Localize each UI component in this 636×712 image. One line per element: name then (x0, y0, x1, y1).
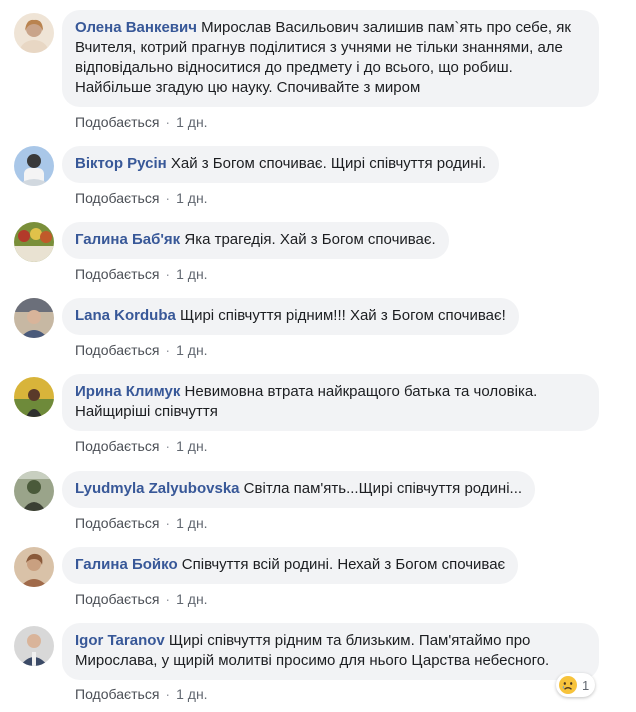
comment-actions: Подобається · 1 дн. (75, 341, 208, 359)
comment-list: Олена Ванкевич Мирослав Васильович залиш… (0, 0, 636, 712)
timestamp[interactable]: 1 дн. (176, 266, 207, 282)
comment-bubble: Lana Korduba Щирі співчуття рідним!!! Ха… (62, 298, 519, 335)
separator-dot: · (165, 438, 171, 454)
comment-actions: Подобається · 1 дн. (75, 437, 208, 455)
timestamp[interactable]: 1 дн. (176, 342, 207, 358)
like-link[interactable]: Подобається (75, 342, 159, 358)
timestamp[interactable]: 1 дн. (176, 438, 207, 454)
author-name[interactable]: Віктор Русін (75, 155, 167, 172)
comment-bubble: Віктор Русін Хай з Богом спочиває. Щирі … (62, 146, 500, 183)
avatar[interactable] (14, 13, 54, 53)
separator-dot: · (165, 266, 171, 282)
comment-bubble: Галина Баб'як Яка трагедія. Хай з Богом … (62, 222, 449, 259)
comment-text: Світла пам'ять...Щирі співчуття родині..… (239, 480, 523, 497)
like-link[interactable]: Подобається (75, 438, 159, 454)
separator-dot: · (165, 591, 171, 607)
separator-dot: · (165, 686, 171, 702)
avatar[interactable] (14, 222, 54, 262)
avatar[interactable] (14, 471, 54, 511)
avatar[interactable] (14, 377, 54, 417)
author-name[interactable]: Ирина Климук (75, 383, 180, 400)
like-link[interactable]: Подобається (75, 266, 159, 282)
avatar[interactable] (14, 547, 54, 587)
separator-dot: · (165, 114, 171, 130)
author-name[interactable]: Галина Бойко (75, 556, 178, 573)
comment-actions: Подобається · 1 дн. (75, 189, 208, 207)
comment-bubble: Lyudmyla Zalyubovska Світла пам'ять...Щи… (62, 471, 536, 508)
author-name[interactable]: Галина Баб'як (75, 231, 180, 248)
timestamp[interactable]: 1 дн. (176, 190, 207, 206)
comment-text: Яка трагедія. Хай з Богом спочиває. (180, 231, 436, 248)
timestamp[interactable]: 1 дн. (176, 114, 207, 130)
comment-actions: Подобається · 1 дн. (75, 113, 208, 131)
like-link[interactable]: Подобається (75, 114, 159, 130)
separator-dot: · (165, 515, 171, 531)
comment-bubble: Igor Taranov Щирі співчуття рідним та бл… (62, 623, 599, 680)
comment-actions: Подобається · 1 дн. (75, 590, 208, 608)
avatar[interactable] (14, 298, 54, 338)
reaction-count: 1 (582, 677, 590, 693)
reaction-badge[interactable]: 1 (556, 673, 596, 697)
comment-text: Хай з Богом спочиває. Щирі співчуття род… (166, 155, 487, 172)
author-name[interactable]: Олена Ванкевич (75, 19, 197, 36)
like-link[interactable]: Подобається (75, 686, 159, 702)
comment-actions: Подобається · 1 дн. (75, 514, 208, 532)
like-link[interactable]: Подобається (75, 591, 159, 607)
avatar[interactable] (14, 146, 54, 186)
comment-bubble: Олена Ванкевич Мирослав Васильович залиш… (62, 10, 599, 107)
like-link[interactable]: Подобається (75, 515, 159, 531)
timestamp[interactable]: 1 дн. (176, 591, 207, 607)
separator-dot: · (165, 342, 171, 358)
author-name[interactable]: Igor Taranov (75, 632, 165, 649)
comment-text: Співчуття всій родині. Нехай з Богом спо… (177, 556, 506, 573)
comment-actions: Подобається · 1 дн. (75, 685, 208, 703)
sad-reaction-icon (559, 676, 577, 694)
comment-actions: Подобається · 1 дн. (75, 265, 208, 283)
author-name[interactable]: Lana Korduba (75, 307, 176, 324)
comment-bubble: Ирина Климук Невимовна втрата найкращого… (62, 374, 599, 431)
timestamp[interactable]: 1 дн. (176, 686, 207, 702)
timestamp[interactable]: 1 дн. (176, 515, 207, 531)
like-link[interactable]: Подобається (75, 190, 159, 206)
avatar[interactable] (14, 626, 54, 666)
comment-text: Щирі співчуття рідним!!! Хай з Богом спо… (175, 307, 506, 324)
comment-bubble: Галина Бойко Співчуття всій родині. Неха… (62, 547, 519, 584)
separator-dot: · (165, 190, 171, 206)
author-name[interactable]: Lyudmyla Zalyubovska (75, 480, 240, 497)
